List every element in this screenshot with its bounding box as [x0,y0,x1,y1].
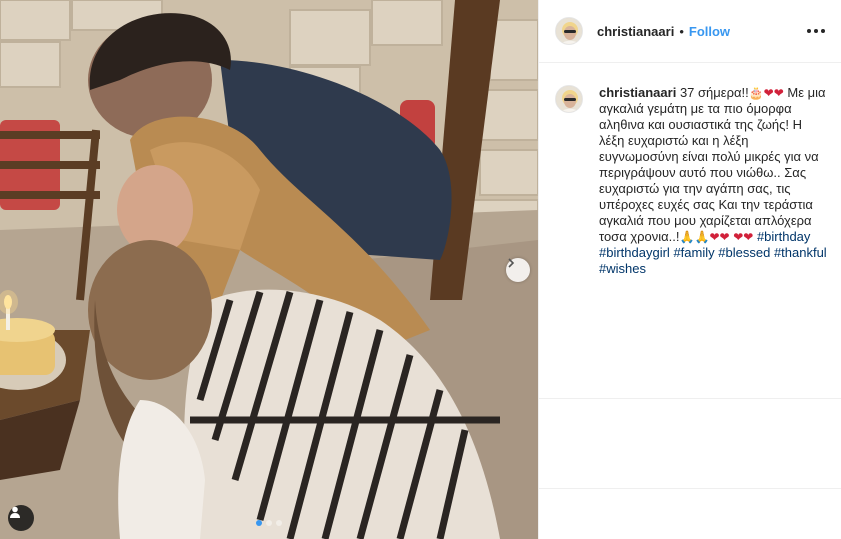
hashtag-link[interactable]: #birthday [757,229,810,244]
heart-emoji: ❤ [773,86,784,100]
post-side-panel: christianaari • Follow christianaari 37 … [538,0,841,539]
heart-emoji: ❤ [763,86,774,100]
more-options-icon [807,29,811,33]
hashtag-link[interactable]: #birthdaygirl [599,245,670,260]
carousel-dot [276,520,282,526]
post-photo[interactable] [0,0,538,539]
heart-emoji: ❤ [719,230,730,244]
post-caption: christianaari 37 σήμερα!!🎂❤❤ Με μια αγκα… [599,85,827,277]
avatar-image [556,86,582,112]
caption-section: christianaari 37 σήμερα!!🎂❤❤ Με μια αγκα… [539,63,841,277]
follow-button[interactable]: Follow [689,24,730,39]
pray-emoji: 🙏 [679,230,695,244]
pray-emoji: 🙏 [694,230,710,244]
username-link[interactable]: christianaari [597,24,674,39]
hashtag-link[interactable]: #family [673,245,714,260]
caption-intro: 37 σήμερα!! [679,85,749,100]
carousel-indicator [256,520,282,526]
chevron-right-icon [508,258,515,268]
avatar[interactable] [555,17,583,45]
cake-emoji: 🎂 [748,86,764,100]
carousel-next-button[interactable] [506,258,530,282]
separator-dot: • [679,23,684,39]
divider [539,488,841,489]
carousel-dot [256,520,262,526]
caption-body: Με μια αγκαλιά γεμάτη με τα πιο όμορφα α… [599,85,826,244]
more-options-icon [814,29,818,33]
user-tag-icon [10,506,20,518]
hashtag-link[interactable]: #wishes [599,261,646,276]
avatar[interactable] [555,85,583,113]
avatar-image [556,18,582,44]
divider [539,398,841,399]
heart-emoji: ❤ [709,230,720,244]
more-options-icon [821,29,825,33]
hashtag-link[interactable]: #thankful [774,245,827,260]
hashtag-link[interactable]: #blessed [718,245,770,260]
heart-emoji: ❤ [743,230,754,244]
heart-emoji: ❤ [733,230,744,244]
photo-illustration [0,0,538,539]
more-options-button[interactable] [805,25,827,37]
post-header: christianaari • Follow [539,0,841,63]
user-tag-button[interactable] [8,505,34,531]
carousel-dot [266,520,272,526]
caption-username[interactable]: christianaari [599,85,676,100]
